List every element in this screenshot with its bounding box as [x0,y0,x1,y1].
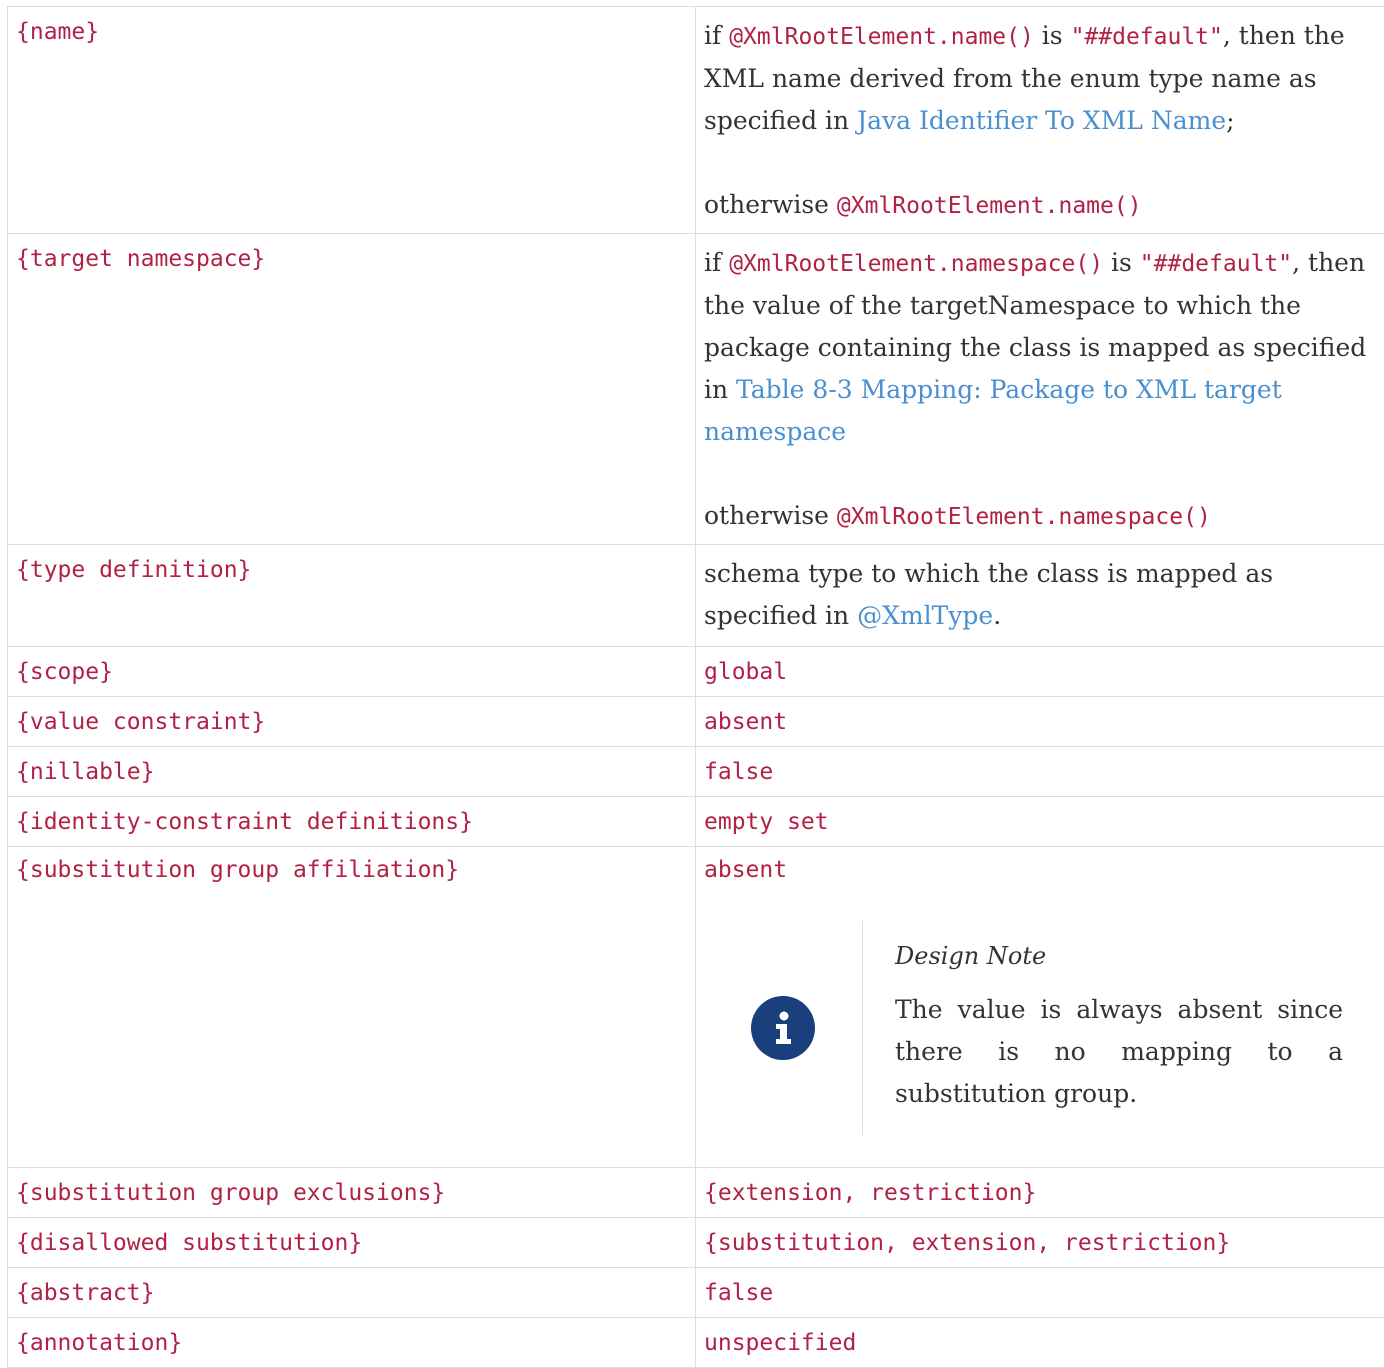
property-name: {value constraint} [16,709,687,735]
value-paragraph: otherwise @XmlRootElement.namespace() [704,495,1377,538]
property-value: empty set [704,809,1377,835]
table-row: {target namespace} if @XmlRootElement.na… [8,234,1384,545]
property-value: false [704,1280,1377,1306]
property-cell: {abstract} [8,1268,696,1318]
property-cell: {value constraint} [8,697,696,747]
property-value: false [704,759,1377,785]
table-row: {substitution group exclusions} {extensi… [8,1168,1384,1218]
property-name: {identity-constraint definitions} [16,809,687,835]
property-value: absent [704,709,1377,735]
table-row: {abstract} false [8,1268,1384,1318]
code-xmlrootelement-namespace: @XmlRootElement.namespace() [837,504,1211,530]
text: otherwise [704,501,837,530]
table-row: {annotation} unspecified [8,1318,1384,1368]
table-row: {type definition} schema type to which t… [8,545,1384,647]
property-cell: {substitution group affiliation} [8,847,696,1168]
value-cell: schema type to which the class is mapped… [696,545,1384,647]
code-xmlrootelement-name: @XmlRootElement.name() [837,193,1142,219]
value-cell: if @XmlRootElement.namespace() is "##def… [696,234,1384,545]
table-row: {value constraint} absent [8,697,1384,747]
property-name: {target namespace} [16,246,687,272]
link-java-identifier-to-xml-name[interactable]: Java Identifier To XML Name [857,106,1226,135]
value-paragraph: if @XmlRootElement.name() is "##default"… [704,15,1377,142]
element-declaration-table: {name} if @XmlRootElement.name() is "##d… [7,6,1384,1368]
text: if [704,21,729,50]
design-note-admonition: Design Note The value is always absent s… [704,921,1377,1135]
table-row: {name} if @XmlRootElement.name() is "##d… [8,7,1384,234]
code-default: "##default" [1140,251,1292,277]
property-value: {substitution, extension, restriction} [704,1230,1377,1256]
property-name: {nillable} [16,759,687,785]
text: is [1103,248,1140,277]
property-value: {extension, restriction} [704,1180,1377,1206]
table-row: {identity-constraint definitions} empty … [8,797,1384,847]
value-cell: if @XmlRootElement.name() is "##default"… [696,7,1384,234]
table-row: {nillable} false [8,747,1384,797]
value-cell: {extension, restriction} [696,1168,1384,1218]
note-body: The value is always absent since there i… [895,989,1343,1115]
link-xmltype[interactable]: @XmlType [857,601,993,630]
info-icon [751,996,815,1060]
text: . [993,601,1001,630]
value-cell: absent [696,697,1384,747]
text: is [1034,21,1071,50]
code-default: "##default" [1071,24,1223,50]
property-name: {annotation} [16,1330,687,1356]
value-cell: empty set [696,797,1384,847]
note-content: Design Note The value is always absent s… [862,921,1343,1135]
note-title: Design Note [895,941,1343,971]
property-name: {abstract} [16,1280,687,1306]
property-cell: {identity-constraint definitions} [8,797,696,847]
value-cell: {substitution, extension, restriction} [696,1218,1384,1268]
value-cell: unspecified [696,1318,1384,1368]
property-cell: {disallowed substitution} [8,1218,696,1268]
property-cell: {annotation} [8,1318,696,1368]
property-value: unspecified [704,1330,1377,1356]
property-name: {scope} [16,659,687,685]
link-package-to-xml-target-namespace[interactable]: Table 8-3 Mapping: Package to XML target… [704,375,1282,446]
value-paragraph: schema type to which the class is mapped… [704,553,1377,637]
note-icon-column [704,996,862,1060]
text: otherwise [704,190,837,219]
property-name: {name} [16,19,687,45]
property-name: {substitution group affiliation} [16,857,687,883]
property-cell: {substitution group exclusions} [8,1168,696,1218]
value-paragraph: otherwise @XmlRootElement.name() [704,184,1377,227]
value-cell: false [696,1268,1384,1318]
page: { "rows": [ { "property": "{name}", "val… [0,0,1384,1349]
property-cell: {target namespace} [8,234,696,545]
property-name: {substitution group exclusions} [16,1180,687,1206]
property-value: absent [704,857,1377,883]
property-cell: {type definition} [8,545,696,647]
table-row: {scope} global [8,647,1384,697]
value-cell: absent Design Note The value is always a… [696,847,1384,1168]
value-paragraph: if @XmlRootElement.namespace() is "##def… [704,242,1377,453]
info-glyph [773,1011,793,1045]
property-cell: {scope} [8,647,696,697]
table-row: {substitution group affiliation} absent … [8,847,1384,1168]
table-row: {disallowed substitution} {substitution,… [8,1218,1384,1268]
code-xmlrootelement-namespace: @XmlRootElement.namespace() [729,251,1103,277]
value-cell: global [696,647,1384,697]
code-xmlrootelement-name: @XmlRootElement.name() [729,24,1034,50]
property-name: {type definition} [16,557,687,583]
property-cell: {nillable} [8,747,696,797]
text: ; [1226,106,1234,135]
property-value: global [704,659,1377,685]
property-cell: {name} [8,7,696,234]
property-name: {disallowed substitution} [16,1230,687,1256]
value-cell: false [696,747,1384,797]
text: if [704,248,729,277]
